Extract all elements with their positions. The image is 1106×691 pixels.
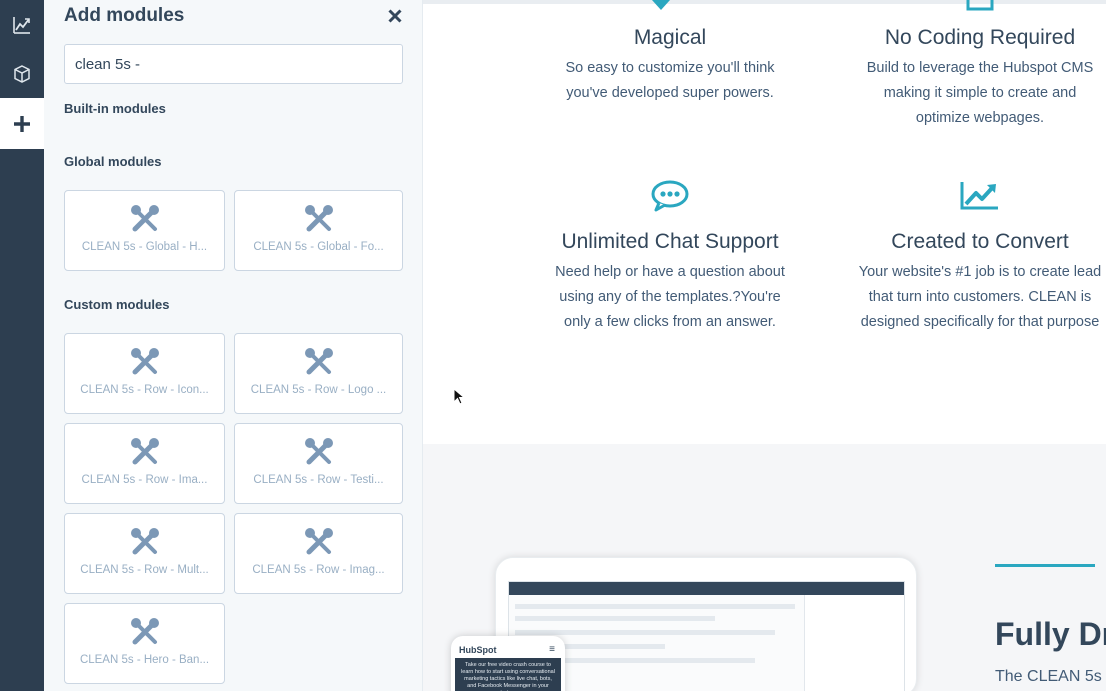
panel-title: Add modules <box>64 5 185 26</box>
feature-title: No Coding Required <box>884 26 1076 49</box>
tools-icon <box>130 205 159 232</box>
module-tile[interactable]: CLEAN 5s - Row - Mult... <box>64 513 225 594</box>
feature-title: Magical <box>633 26 707 49</box>
feature-description: So easy to customize you'll think you've … <box>565 60 775 101</box>
module-tile[interactable]: CLEAN 5s - Row - Testi... <box>234 423 403 504</box>
analytics-icon <box>13 16 30 34</box>
section-text: The CLEAN 5s p <box>995 668 1106 685</box>
custom-modules-label: Custom modules <box>64 297 170 312</box>
feature-description: Build to leverage the Hubspot CMS making … <box>866 60 1094 126</box>
module-tile[interactable]: CLEAN 5s - Row - Imag... <box>234 513 403 594</box>
module-tile-label: CLEAN 5s - Row - Ima... <box>81 474 208 486</box>
page-preview[interactable]: Magical So easy to customize you'll thin… <box>423 0 1106 691</box>
tools-icon <box>130 348 159 375</box>
preview-top-edge <box>423 0 1106 4</box>
tools-icon <box>304 205 333 232</box>
tools-icon <box>304 528 333 555</box>
module-tile-label: CLEAN 5s - Row - Mult... <box>80 564 209 576</box>
left-rail <box>0 0 44 691</box>
module-tile-label: CLEAN 5s - Row - Icon... <box>80 384 209 396</box>
tools-icon <box>304 438 333 465</box>
browser-icon <box>966 0 994 11</box>
accent-divider <box>995 564 1095 567</box>
module-tile-label: CLEAN 5s - Global - H... <box>81 241 208 253</box>
module-tile[interactable]: CLEAN 5s - Global - Fo... <box>234 190 403 271</box>
phone-banner-text: Take our free video crash course to lear… <box>455 658 561 691</box>
section-heading: Fully Dr <box>995 616 1106 652</box>
module-tile[interactable]: CLEAN 5s - Row - Ima... <box>64 423 225 504</box>
module-tile-label: CLEAN 5s - Row - Logo ... <box>250 384 387 396</box>
module-tile-label: CLEAN 5s - Row - Testi... <box>253 474 384 486</box>
plus-icon <box>14 115 30 132</box>
tools-icon <box>130 618 159 645</box>
feature-description: Need help or have a question about using … <box>555 264 785 330</box>
laptop-screen <box>508 581 905 691</box>
hubspot-logo: HubSpot <box>459 645 497 655</box>
tools-icon <box>130 438 159 465</box>
builtin-modules-label: Built-in modules <box>64 101 166 116</box>
feature-description: Your website's #1 job is to create lead t… <box>858 264 1102 330</box>
diamond-icon <box>652 0 670 10</box>
module-tile[interactable]: CLEAN 5s - Row - Logo ... <box>234 333 403 414</box>
close-icon[interactable] <box>387 8 403 24</box>
cube-icon <box>14 64 30 83</box>
tools-icon <box>130 528 159 555</box>
module-tile[interactable]: CLEAN 5s - Row - Icon... <box>64 333 225 414</box>
module-tile-label: CLEAN 5s - Row - Imag... <box>252 564 385 576</box>
module-tile[interactable]: CLEAN 5s - Hero - Ban... <box>64 603 225 684</box>
add-modules-panel: Add modules Built-in modules Global modu… <box>44 0 423 691</box>
module-tile-label: CLEAN 5s - Global - Fo... <box>253 241 384 253</box>
module-search-input[interactable] <box>64 44 403 84</box>
hamburger-icon: ≡ <box>549 644 555 655</box>
mouse-cursor-icon <box>453 388 465 405</box>
tools-icon <box>304 348 333 375</box>
add-module-rail-button[interactable] <box>0 98 44 149</box>
chart-up-icon <box>960 182 998 210</box>
feature-title: Unlimited Chat Support <box>561 230 779 253</box>
modules-rail-button[interactable] <box>0 49 44 98</box>
feature-title: Created to Convert <box>891 230 1069 253</box>
analytics-rail-button[interactable] <box>0 0 44 49</box>
module-tile-label: CLEAN 5s - Hero - Ban... <box>79 654 210 666</box>
module-tile[interactable]: CLEAN 5s - Global - H... <box>64 190 225 271</box>
chat-bubble-icon <box>651 180 689 212</box>
global-modules-label: Global modules <box>64 154 162 169</box>
phone-mockup: HubSpot ≡ Take our free video crash cour… <box>451 636 565 691</box>
